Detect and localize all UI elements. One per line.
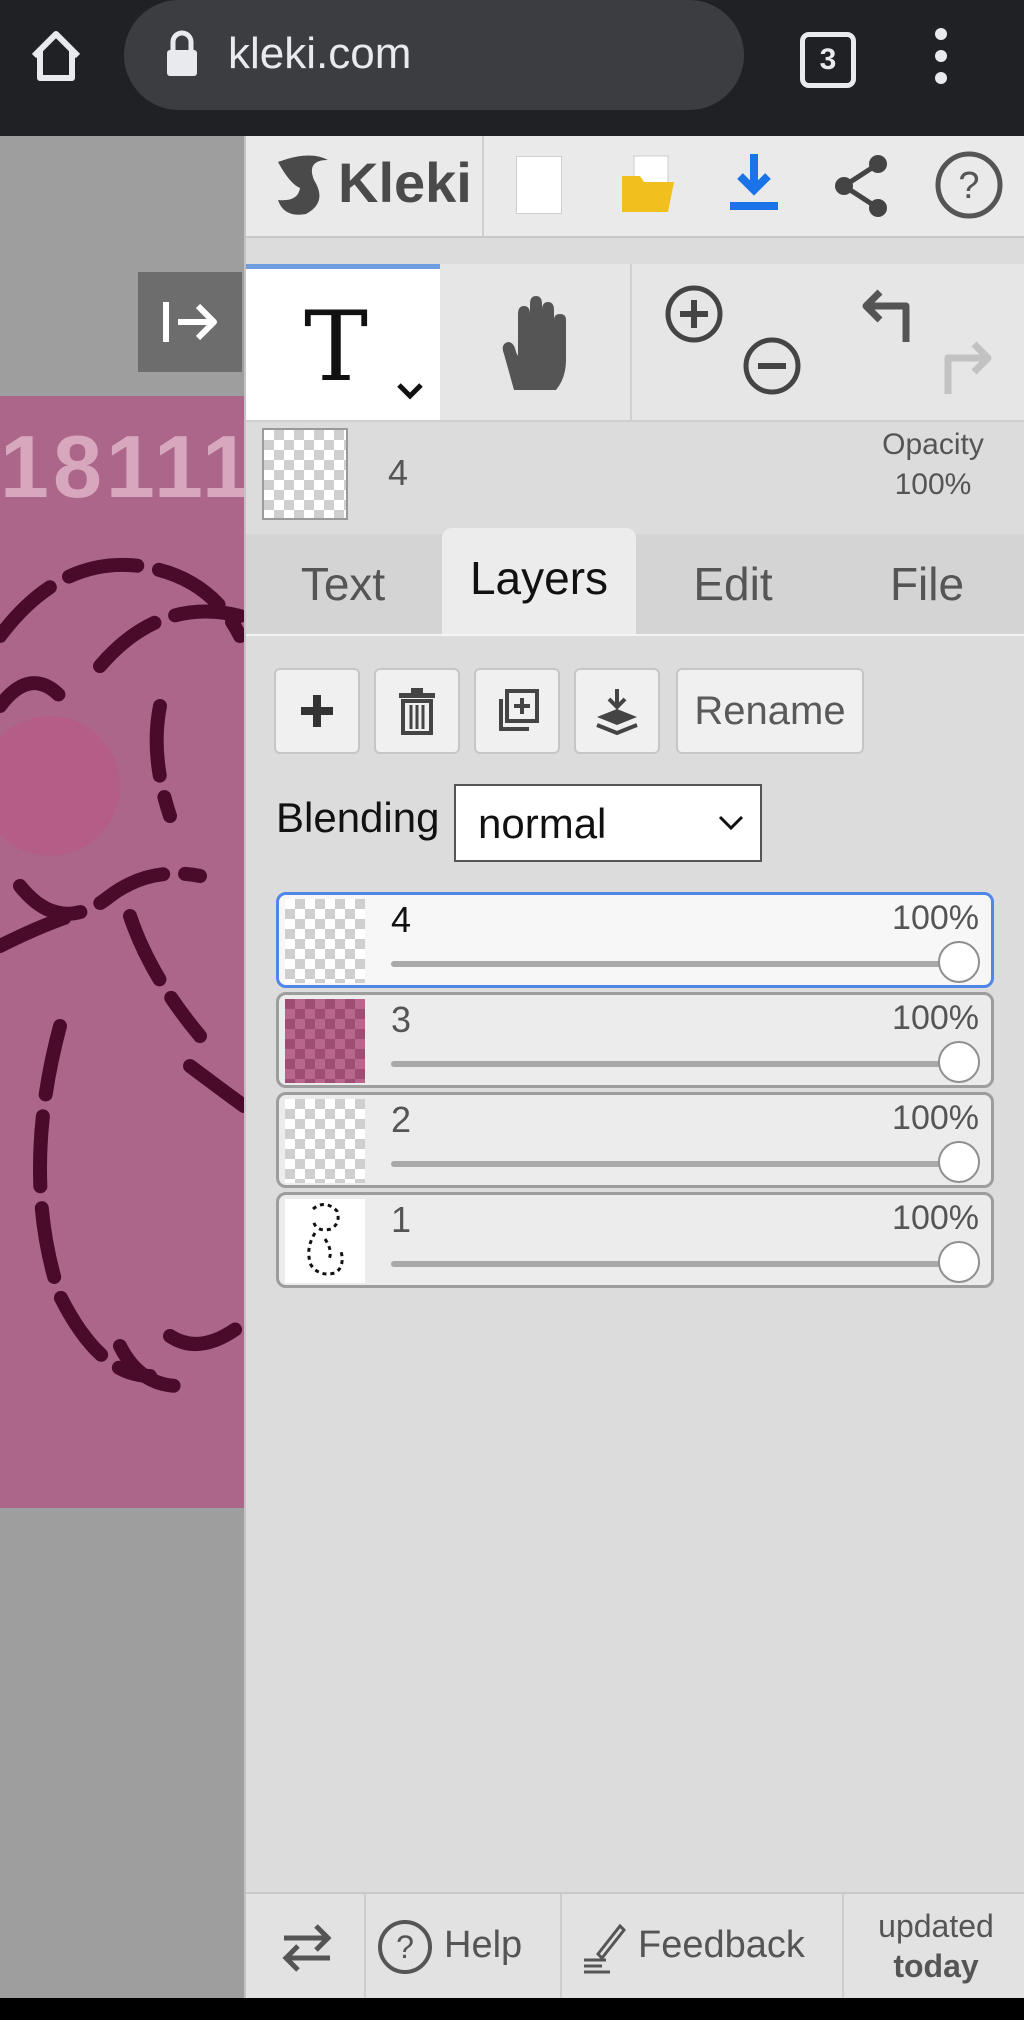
tab-text[interactable]: Text	[246, 534, 440, 634]
add-layer-button[interactable]	[274, 668, 360, 754]
layer-opacity-slider[interactable]	[391, 961, 971, 967]
feedback-label: Feedback	[638, 1924, 805, 1966]
layer-name: 4	[391, 899, 412, 940]
chevron-down-icon[interactable]	[396, 381, 424, 401]
layer-opacity-knob[interactable]	[938, 1041, 980, 1083]
lock-icon	[167, 30, 197, 76]
collapse-panel-button[interactable]	[138, 272, 242, 372]
url-text[interactable]: kleki.com	[228, 26, 411, 82]
layer-opacity-knob[interactable]	[938, 1241, 980, 1283]
swap-side-icon[interactable]	[280, 1922, 334, 1972]
rename-layer-button[interactable]: Rename	[676, 668, 864, 754]
layer-opacity-slider[interactable]	[391, 1161, 971, 1167]
app-header: Kleki ?	[246, 136, 1024, 238]
drawing-canvas[interactable]: 18111	[0, 136, 244, 1998]
layer-opacity-knob[interactable]	[938, 1141, 980, 1183]
save-download-icon[interactable]	[726, 150, 782, 218]
blending-select[interactable]: normal	[454, 784, 762, 862]
tab-bar: Text Layers Edit File	[246, 528, 1024, 636]
help-icon: ?	[378, 1920, 432, 1974]
divider	[842, 1894, 844, 2000]
help-icon[interactable]: ?	[934, 150, 1004, 220]
layer-name: 1	[391, 1199, 412, 1240]
artwork[interactable]: 18111	[0, 396, 244, 1508]
layer-thumbnail	[285, 999, 365, 1083]
layer-opacity-slider[interactable]	[391, 1261, 971, 1267]
delete-layer-button[interactable]	[374, 668, 460, 754]
svg-text:?: ?	[396, 1929, 414, 1965]
layer-opacity-knob[interactable]	[938, 941, 980, 983]
current-layer-thumbnail[interactable]	[262, 428, 348, 520]
layer-name: 3	[391, 999, 412, 1040]
svg-text:?: ?	[958, 165, 979, 207]
layer-row[interactable]: 2 100%	[276, 1092, 994, 1188]
hand-icon	[502, 296, 566, 390]
sketch-lines	[0, 557, 244, 1393]
tab-file[interactable]: File	[830, 534, 1024, 634]
redo-icon[interactable]	[934, 338, 998, 398]
divider	[482, 136, 484, 236]
layer-row[interactable]: 1 100%	[276, 1192, 994, 1288]
kleki-logo-icon	[278, 155, 328, 215]
panel-footer: ? Help Feedback updated today	[246, 1892, 1024, 2000]
layer-thumbnail	[285, 899, 365, 983]
blending-value: normal	[478, 800, 607, 847]
duplicate-layer-button[interactable]	[474, 668, 560, 754]
current-layer-info: 4 Opacity 100%	[246, 422, 1024, 526]
collapse-arrow-icon	[163, 302, 217, 342]
layer-row[interactable]: 3 100%	[276, 992, 994, 1088]
undo-icon[interactable]	[856, 286, 920, 346]
zoom-in-icon[interactable]	[664, 284, 724, 344]
tab-edit[interactable]: Edit	[636, 534, 830, 634]
updated-value: today	[893, 1948, 979, 1984]
app-logo-text: Kleki	[338, 151, 472, 214]
layer-thumbnail	[285, 1199, 365, 1283]
current-layer-name: 4	[388, 452, 409, 493]
open-folder-icon[interactable]	[620, 154, 676, 216]
system-nav-bar	[0, 1998, 1024, 2020]
address-bar[interactable]	[124, 0, 744, 110]
share-icon[interactable]	[832, 154, 892, 218]
updated-label: updated	[878, 1908, 994, 1944]
duplicate-layer-icon	[499, 689, 539, 731]
help-button[interactable]: ? Help	[366, 1894, 558, 2000]
text-tool-glyph: T	[304, 291, 369, 403]
opacity-value: 100%	[894, 468, 972, 501]
blending-label: Blending	[276, 794, 440, 841]
tabs-icon[interactable]: 3	[800, 32, 856, 88]
layer-opacity-slider[interactable]	[391, 1061, 971, 1067]
home-icon[interactable]	[28, 28, 84, 84]
layer-opacity: 100%	[892, 899, 979, 937]
layer-name: 2	[391, 1099, 412, 1140]
merge-down-icon	[596, 689, 638, 735]
help-label: Help	[444, 1924, 523, 1966]
zoom-out-icon[interactable]	[742, 336, 802, 396]
chevron-down-icon	[718, 815, 744, 831]
text-tool-button[interactable]: T	[246, 264, 440, 420]
browser-toolbar: kleki.com 3	[0, 0, 1024, 136]
opacity-label: Opacity	[882, 428, 984, 461]
layer-row[interactable]: 4 100%	[276, 892, 994, 988]
more-vert-icon[interactable]	[924, 24, 958, 88]
layer-opacity: 100%	[892, 1099, 979, 1137]
feedback-button[interactable]: Feedback	[562, 1894, 832, 2000]
layer-opacity: 100%	[892, 1199, 979, 1237]
hand-tool-button[interactable]	[440, 264, 632, 420]
tab-layers[interactable]: Layers	[442, 528, 636, 634]
new-image-icon[interactable]	[516, 156, 562, 214]
side-panel: Kleki ? T 4 Opacity 100% Text Layers Edi…	[244, 136, 1024, 2000]
sketch-thumbnail-icon	[307, 1203, 344, 1276]
merge-down-button[interactable]	[574, 668, 660, 754]
feedback-icon	[584, 1923, 626, 1974]
delete-layer-icon	[399, 688, 435, 735]
layer-opacity: 100%	[892, 999, 979, 1037]
layer-thumbnail	[285, 1099, 365, 1183]
tool-row: T	[246, 264, 1024, 422]
add-layer-icon	[301, 695, 333, 727]
